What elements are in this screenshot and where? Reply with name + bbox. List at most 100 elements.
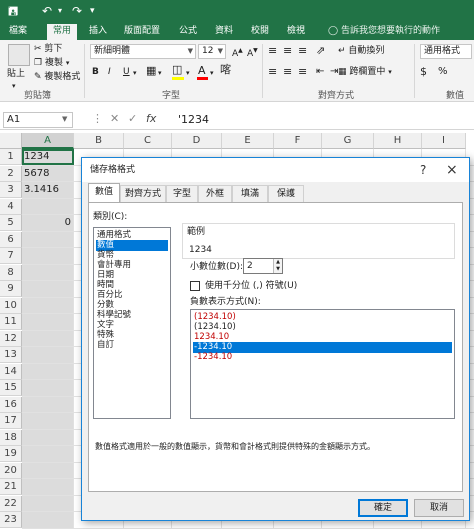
- align-middle-icon[interactable]: ≡: [283, 45, 292, 57]
- row-header-1[interactable]: 1: [0, 149, 22, 165]
- row-header-18[interactable]: 18: [0, 429, 22, 446]
- paste-button[interactable]: 貼上: [7, 68, 25, 80]
- row-header-5[interactable]: 5: [0, 215, 22, 231]
- row-header-11[interactable]: 11: [0, 314, 22, 330]
- underline-dropdown-icon[interactable]: ▾: [133, 67, 137, 79]
- row-header-20[interactable]: 20: [0, 462, 22, 479]
- tab-view[interactable]: 檢視: [284, 22, 308, 40]
- tab-review[interactable]: 校閱: [248, 22, 272, 40]
- number-format-combo[interactable]: 通用格式: [420, 44, 472, 59]
- row-header-23[interactable]: 23: [0, 512, 22, 528]
- decrease-indent-icon[interactable]: ⇤: [316, 66, 324, 78]
- column-header-a[interactable]: A: [22, 133, 74, 149]
- column-header-g[interactable]: G: [322, 133, 374, 149]
- column-header-b[interactable]: B: [74, 133, 124, 149]
- dialog-tab-alignment[interactable]: 對齊方式: [120, 185, 166, 202]
- row-header-9[interactable]: 9: [0, 281, 22, 297]
- decimal-places-spinner[interactable]: 2 ▲ ▼: [243, 258, 283, 274]
- row-header-10[interactable]: 10: [0, 297, 22, 314]
- thousands-separator-checkbox[interactable]: [190, 281, 200, 291]
- category-item[interactable]: 自訂: [96, 340, 168, 351]
- tab-insert[interactable]: 插入: [86, 22, 110, 40]
- row-header-6[interactable]: 6: [0, 231, 22, 248]
- align-top-icon[interactable]: ≡: [268, 45, 277, 57]
- cut-button[interactable]: ✂ 剪下: [34, 43, 62, 55]
- select-all-corner[interactable]: [0, 133, 22, 149]
- column-header-h[interactable]: H: [374, 133, 422, 149]
- dialog-tab-number[interactable]: 數值: [88, 183, 120, 203]
- paste-dropdown-icon[interactable]: ▾: [12, 80, 16, 92]
- phonetic-icon[interactable]: 喀: [220, 64, 231, 76]
- row-header-21[interactable]: 21: [0, 479, 22, 495]
- column-header-f[interactable]: F: [274, 133, 322, 149]
- row-header-3[interactable]: 3: [0, 182, 22, 198]
- row-header-8[interactable]: 8: [0, 264, 22, 281]
- font-size-combo[interactable]: 12 ▼: [198, 44, 226, 59]
- row-header-4[interactable]: 4: [0, 198, 22, 215]
- formula-input[interactable]: '1234: [178, 112, 209, 128]
- tell-me-box[interactable]: ◯ 告訴我您想要執行的動作: [328, 22, 440, 40]
- redo-icon[interactable]: ↷: [72, 3, 82, 19]
- orientation-icon[interactable]: ⇗: [316, 45, 325, 57]
- fill-color-icon[interactable]: ◫: [172, 64, 182, 76]
- column-header-e[interactable]: E: [222, 133, 274, 149]
- percent-icon[interactable]: %: [438, 66, 448, 78]
- row-header-19[interactable]: 19: [0, 446, 22, 462]
- cell-a5[interactable]: 0: [22, 215, 74, 231]
- tab-home[interactable]: 常用: [47, 24, 77, 40]
- column-header-i[interactable]: I: [422, 133, 466, 149]
- wrap-text-button[interactable]: ↵ 自動換列: [338, 45, 384, 57]
- copy-button[interactable]: ❐ 複製 ▾: [34, 57, 69, 69]
- format-painter-button[interactable]: ✎ 複製格式: [34, 71, 80, 83]
- save-icon[interactable]: 🖪: [8, 3, 18, 19]
- tab-file[interactable]: 檔案: [6, 22, 30, 40]
- row-header-14[interactable]: 14: [0, 363, 22, 380]
- font-name-combo[interactable]: 新細明體 ▼: [90, 44, 196, 59]
- name-box-dropdown-icon[interactable]: ▼: [62, 115, 67, 123]
- undo-icon[interactable]: ↶: [42, 3, 52, 19]
- column-header-c[interactable]: C: [124, 133, 172, 149]
- borders-dropdown-icon[interactable]: ▾: [158, 67, 162, 79]
- row-header-2[interactable]: 2: [0, 165, 22, 182]
- spin-down-icon[interactable]: ▼: [273, 266, 282, 273]
- bold-button[interactable]: B: [92, 66, 99, 78]
- font-color-icon[interactable]: A: [198, 65, 206, 77]
- grow-font-icon[interactable]: A▲: [232, 45, 243, 60]
- cell-a2[interactable]: 5678: [22, 166, 74, 182]
- align-center-icon[interactable]: ≡: [283, 66, 292, 78]
- italic-button[interactable]: I: [108, 66, 111, 78]
- close-button[interactable]: ×: [446, 158, 458, 182]
- align-right-icon[interactable]: ≡: [298, 66, 307, 78]
- row-header-7[interactable]: 7: [0, 248, 22, 264]
- dialog-tab-border[interactable]: 外框: [198, 185, 232, 202]
- dialog-tab-fill[interactable]: 填滿: [232, 185, 268, 202]
- fill-dropdown-icon[interactable]: ▾: [186, 67, 190, 79]
- row-header-22[interactable]: 22: [0, 495, 22, 512]
- row-header-16[interactable]: 16: [0, 396, 22, 413]
- cell-a3[interactable]: 3.1416: [22, 182, 74, 198]
- undo-dropdown-icon[interactable]: ▾: [58, 3, 62, 19]
- dialog-tab-font[interactable]: 字型: [166, 185, 198, 202]
- negative-numbers-list[interactable]: (1234.10) (1234.10) 1234.10 -1234.10 -1234.1…: [190, 309, 455, 419]
- shrink-font-icon[interactable]: A▼: [247, 45, 258, 60]
- row-header-17[interactable]: 17: [0, 413, 22, 429]
- row-header-12[interactable]: 12: [0, 330, 22, 347]
- enter-icon[interactable]: ✓: [128, 112, 137, 125]
- category-list[interactable]: 通用格式 數值 貨幣 會計專用 日期 時間 百分比 分數 科學記號 文字 特殊 自訂: [93, 227, 171, 419]
- row-header-15[interactable]: 15: [0, 380, 22, 396]
- tab-data[interactable]: 資料: [212, 22, 236, 40]
- underline-button[interactable]: U: [123, 66, 130, 78]
- align-left-icon[interactable]: ≡: [268, 66, 277, 78]
- borders-icon[interactable]: ▦: [146, 65, 156, 77]
- tab-formulas[interactable]: 公式: [176, 22, 200, 40]
- insert-function-icon[interactable]: fx: [146, 112, 156, 125]
- accounting-icon[interactable]: $: [420, 66, 427, 78]
- merge-center-button[interactable]: ▦ 跨欄置中 ▾: [338, 66, 392, 78]
- tab-page-layout[interactable]: 版面配置: [120, 22, 164, 40]
- align-bottom-icon[interactable]: ≡: [298, 45, 307, 57]
- column-header-d[interactable]: D: [172, 133, 222, 149]
- negative-format-item[interactable]: -1234.10: [193, 352, 452, 363]
- row-header-13[interactable]: 13: [0, 347, 22, 363]
- dialog-tab-protection[interactable]: 保護: [268, 185, 304, 202]
- font-color-dropdown-icon[interactable]: ▾: [210, 67, 214, 79]
